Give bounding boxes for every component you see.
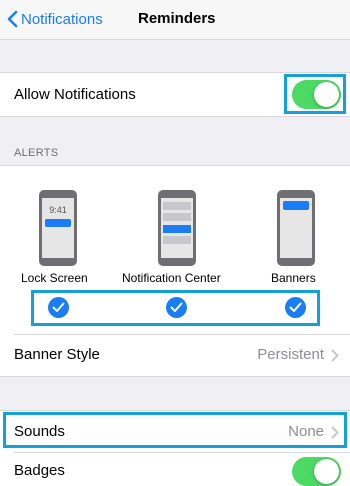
badges-toggle[interactable] (292, 457, 341, 486)
toggle-knob (314, 82, 339, 107)
allow-notifications-toggle[interactable] (292, 80, 341, 109)
sounds-label: Sounds (14, 423, 65, 440)
back-button-label: Notifications (21, 10, 103, 28)
banners-checkbox[interactable] (285, 297, 306, 318)
phone-time: 9:41 (49, 205, 67, 215)
checkmark-icon (170, 302, 183, 312)
list-item-preview (163, 202, 191, 210)
alerts-section-header: ALERTS (14, 147, 59, 159)
chevron-right-icon (331, 349, 339, 362)
checkmark-icon (52, 302, 65, 312)
badges-label: Badges (14, 462, 65, 479)
notification-center-illustration[interactable] (158, 190, 196, 266)
banners-label: Banners (271, 271, 316, 285)
allow-notifications-label: Allow Notifications (14, 86, 136, 103)
phone-screen (161, 198, 193, 258)
banner-style-label: Banner Style (14, 346, 100, 363)
banner-preview (163, 225, 191, 233)
allow-notifications-row: Allow Notifications (0, 72, 350, 117)
back-button[interactable]: Notifications (7, 8, 103, 30)
notification-center-label: Notification Center (122, 271, 221, 285)
toggle-knob (314, 459, 339, 484)
notification-center-checkbox[interactable] (166, 297, 187, 318)
sounds-row[interactable]: Sounds None (0, 410, 350, 453)
chevron-left-icon (7, 10, 18, 28)
divider (14, 334, 350, 335)
list-item-preview (163, 213, 191, 221)
banners-illustration[interactable] (277, 190, 315, 266)
navigation-bar: Notifications Reminders (0, 0, 350, 40)
lock-screen-label: Lock Screen (21, 271, 88, 285)
phone-screen: 9:41 (42, 198, 74, 258)
phone-screen (280, 198, 312, 258)
checkmark-icon (289, 302, 302, 312)
divider (14, 452, 350, 453)
banner-style-value: Persistent (257, 346, 324, 363)
lock-screen-illustration[interactable]: 9:41 (39, 190, 77, 266)
banner-style-row[interactable]: Banner Style Persistent (0, 334, 350, 377)
lock-screen-checkbox[interactable] (48, 297, 69, 318)
page-title: Reminders (138, 10, 216, 27)
sounds-value: None (288, 423, 324, 440)
badges-row: Badges (0, 452, 350, 486)
chevron-right-icon (331, 426, 339, 439)
alerts-row: 9:41 Lock Screen Notification Center Ban… (0, 165, 350, 335)
banner-preview (45, 219, 71, 227)
banner-preview (283, 201, 309, 210)
list-item-preview (163, 236, 191, 244)
